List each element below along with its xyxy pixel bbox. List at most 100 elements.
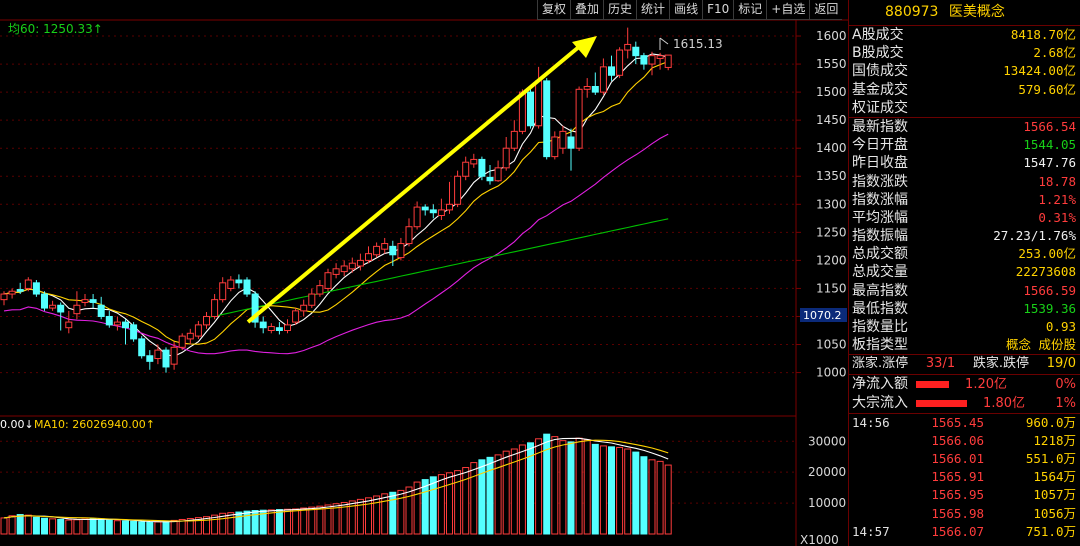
volume-bar[interactable] — [49, 518, 57, 535]
candle[interactable] — [49, 304, 57, 309]
volume-bar[interactable] — [73, 519, 81, 535]
volume-bar[interactable] — [648, 459, 656, 535]
candle[interactable] — [648, 55, 656, 65]
volume-bar[interactable] — [122, 520, 129, 535]
candle[interactable] — [405, 226, 413, 245]
volume-bar[interactable] — [454, 470, 462, 535]
volume-bar[interactable] — [616, 446, 624, 535]
volume-bar[interactable] — [105, 519, 113, 535]
candle[interactable] — [397, 243, 405, 259]
candle[interactable] — [300, 304, 308, 312]
candle[interactable] — [656, 55, 664, 59]
volume-bar[interactable] — [551, 436, 559, 535]
tick-row[interactable]: 1566.01 551.0万 — [849, 450, 1080, 468]
candle[interactable] — [348, 262, 356, 270]
volume-bar[interactable] — [57, 518, 65, 535]
volume-bar[interactable] — [429, 476, 437, 535]
candle[interactable] — [81, 299, 89, 303]
volume-bar[interactable] — [316, 505, 324, 535]
candle[interactable] — [429, 209, 437, 214]
candle[interactable] — [583, 86, 591, 90]
volume-bar[interactable] — [300, 507, 308, 535]
candle[interactable] — [122, 321, 129, 329]
tick-row[interactable]: 1565.91 1564万 — [849, 468, 1080, 486]
candle[interactable] — [113, 321, 121, 326]
candle[interactable] — [73, 304, 81, 315]
candle[interactable] — [32, 282, 40, 295]
candle[interactable] — [535, 80, 543, 127]
volume-bar[interactable] — [421, 479, 429, 535]
candle[interactable] — [664, 54, 672, 68]
volume-bar[interactable] — [640, 456, 648, 535]
volume-bar[interactable] — [89, 518, 97, 535]
candle[interactable] — [65, 321, 73, 329]
candle[interactable] — [551, 136, 559, 158]
volume-bar[interactable] — [235, 511, 243, 535]
candle[interactable] — [340, 265, 348, 273]
candle[interactable] — [324, 272, 332, 289]
volume-bar[interactable] — [97, 518, 105, 535]
candle[interactable] — [389, 245, 397, 256]
mark-button[interactable]: 标记 — [733, 0, 767, 20]
candles[interactable] — [0, 27, 672, 373]
volume-bar[interactable] — [567, 441, 575, 535]
candle[interactable] — [138, 338, 146, 357]
statistics-button[interactable]: 统计 — [636, 0, 670, 20]
volume-bar[interactable] — [8, 515, 16, 535]
tick-row[interactable]: 1566.06 1218万 — [849, 432, 1080, 450]
volume-bar[interactable] — [381, 493, 389, 535]
candle[interactable] — [478, 158, 486, 177]
candle[interactable] — [486, 176, 494, 182]
candle[interactable] — [421, 206, 429, 211]
candle[interactable] — [365, 253, 372, 261]
volume-bar[interactable] — [243, 510, 251, 535]
volume-bar[interactable] — [608, 446, 615, 535]
candle[interactable] — [203, 315, 210, 326]
volume-bar[interactable] — [405, 486, 413, 535]
volume-bar[interactable] — [470, 462, 478, 535]
candle[interactable] — [219, 282, 227, 301]
candle[interactable] — [567, 136, 575, 149]
candle[interactable] — [243, 279, 251, 295]
candle[interactable] — [599, 66, 607, 93]
candle[interactable] — [154, 349, 162, 360]
candle[interactable] — [186, 332, 194, 340]
volume-bar[interactable] — [478, 459, 486, 535]
candle[interactable] — [454, 175, 462, 205]
candle[interactable] — [16, 289, 24, 292]
volume-bar[interactable] — [81, 518, 89, 535]
candle[interactable] — [292, 310, 300, 323]
tick-row[interactable]: 1565.95 1057万 — [849, 486, 1080, 504]
volume-bar[interactable] — [32, 516, 40, 535]
volume-bar[interactable] — [162, 520, 170, 535]
volume-bar[interactable] — [389, 491, 397, 535]
volume-bar[interactable] — [575, 437, 583, 535]
volume-bar[interactable] — [154, 521, 162, 535]
candle[interactable] — [527, 91, 534, 127]
history-button[interactable]: 历史 — [603, 0, 637, 20]
overlay-button[interactable]: 叠加 — [570, 0, 604, 20]
restore-rights-button[interactable]: 复权 — [537, 0, 571, 20]
volume-bar[interactable] — [583, 439, 591, 535]
volume-bar[interactable] — [486, 456, 494, 535]
volume-bar[interactable] — [559, 440, 567, 535]
candle[interactable] — [632, 46, 640, 57]
candle[interactable] — [640, 55, 648, 65]
volume-bar[interactable] — [324, 504, 332, 535]
candle[interactable] — [332, 268, 340, 275]
volume-bar[interactable] — [664, 464, 672, 535]
kline-chart[interactable]: 1600 1550 1500 1450 1400 1350 1300 1250 1200 1150… — [0, 0, 848, 546]
volume-bar[interactable] — [373, 495, 381, 535]
candle[interactable] — [0, 293, 8, 301]
volume-bar[interactable] — [397, 489, 405, 535]
candle[interactable] — [194, 324, 202, 337]
volume-bar[interactable] — [170, 519, 178, 535]
candle[interactable] — [616, 49, 624, 76]
volume-bar[interactable] — [656, 460, 664, 535]
candle[interactable] — [624, 43, 632, 51]
volume-bar[interactable] — [146, 521, 154, 535]
volume-bar[interactable] — [591, 443, 599, 535]
candle[interactable] — [462, 161, 470, 177]
volume-bar[interactable] — [446, 472, 453, 535]
candle[interactable] — [211, 299, 219, 317]
